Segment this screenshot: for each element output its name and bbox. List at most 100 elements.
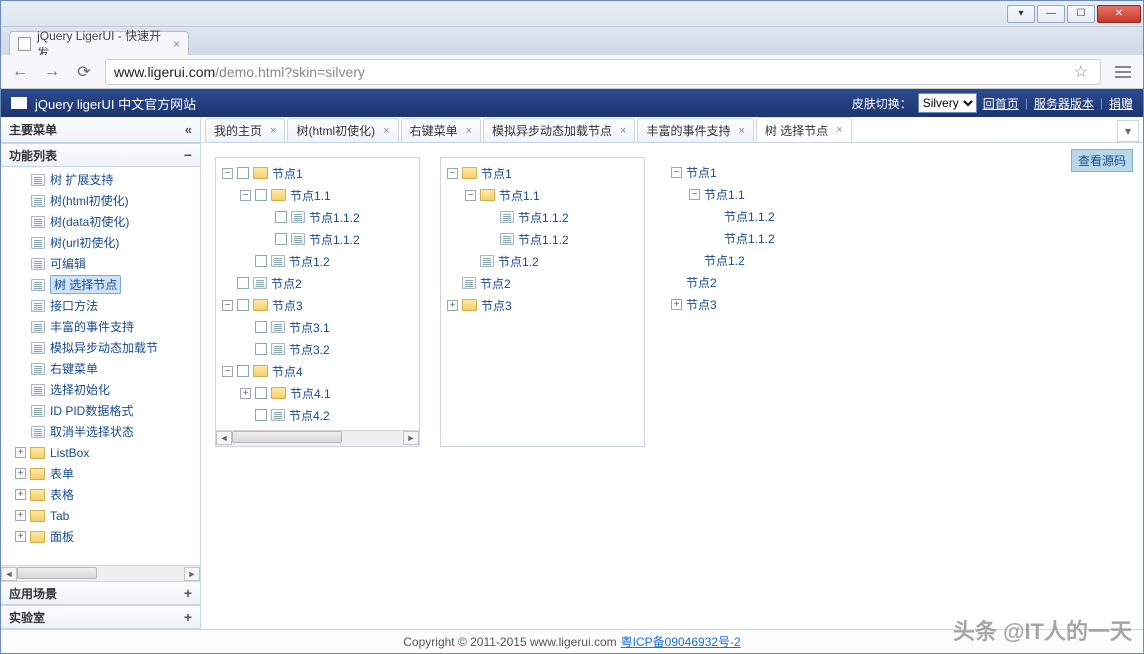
tab-close-icon[interactable]: × bbox=[270, 125, 276, 137]
tree-node[interactable]: −节点1.1 bbox=[216, 184, 419, 206]
checkbox[interactable] bbox=[255, 387, 267, 399]
tree-node[interactable]: −节点1 bbox=[665, 161, 865, 183]
tree-node[interactable]: −节点1.1 bbox=[665, 183, 865, 205]
accordion-lab[interactable]: 实验室 + bbox=[1, 605, 200, 629]
checkbox[interactable] bbox=[275, 233, 287, 245]
expand-icon[interactable]: − bbox=[689, 189, 700, 200]
sidebar-item[interactable]: ID PID数据格式 bbox=[1, 400, 200, 421]
tree-node[interactable]: 节点2 bbox=[441, 272, 644, 294]
tree-node[interactable]: −节点1 bbox=[216, 162, 419, 184]
hamburger-icon[interactable] bbox=[1111, 60, 1135, 84]
tree-node[interactable]: 节点1.1.2 bbox=[665, 227, 865, 249]
sidebar-item[interactable]: 丰富的事件支持 bbox=[1, 316, 200, 337]
collapse-icon[interactable]: « bbox=[185, 122, 192, 137]
checkbox[interactable] bbox=[275, 211, 287, 223]
maximize-button[interactable]: ☐ bbox=[1067, 5, 1095, 23]
sidebar-item[interactable]: 选择初始化 bbox=[1, 379, 200, 400]
tree-node[interactable]: 节点1.1.2 bbox=[665, 205, 865, 227]
scroll-thumb[interactable] bbox=[17, 567, 97, 579]
scroll-left-icon[interactable]: ◄ bbox=[216, 431, 232, 445]
tree-node[interactable]: −节点3 bbox=[216, 294, 419, 316]
expand-icon[interactable]: − bbox=[671, 167, 682, 178]
tab-close-icon[interactable]: × bbox=[173, 37, 180, 51]
content-tab[interactable]: 模拟异步动态加载节点× bbox=[483, 118, 635, 142]
tree-node[interactable]: −节点1 bbox=[441, 162, 644, 184]
icp-link[interactable]: 粤ICP备09046932号-2 bbox=[621, 633, 741, 650]
expand-icon[interactable]: − bbox=[222, 168, 233, 179]
accordion-func[interactable]: 功能列表 − bbox=[1, 143, 200, 167]
forward-button[interactable]: → bbox=[41, 61, 63, 83]
scroll-right-icon[interactable]: ► bbox=[403, 431, 419, 445]
tab-close-icon[interactable]: × bbox=[836, 124, 842, 136]
checkbox[interactable] bbox=[237, 365, 249, 377]
sidebar-item[interactable]: 树(html初使化) bbox=[1, 190, 200, 211]
sidebar-item[interactable]: 右键菜单 bbox=[1, 358, 200, 379]
tree-node[interactable]: +节点3 bbox=[665, 293, 865, 315]
expand-icon[interactable]: + bbox=[15, 489, 26, 500]
bookmark-icon[interactable]: ☆ bbox=[1070, 62, 1092, 82]
sidebar-item[interactable]: +Tab bbox=[1, 505, 200, 526]
scroll-thumb[interactable] bbox=[232, 431, 342, 443]
sidebar-scrollbar[interactable]: ◄ ► bbox=[1, 565, 200, 581]
tree-node[interactable]: −节点4 bbox=[216, 360, 419, 382]
tree-node[interactable]: 节点4.2 bbox=[216, 404, 419, 426]
window-dropdown[interactable]: ▾ bbox=[1007, 5, 1035, 23]
tree-node[interactable]: 节点1.1.2 bbox=[441, 228, 644, 250]
tree-node[interactable]: 节点1.1.2 bbox=[441, 206, 644, 228]
tree-node[interactable]: 节点2 bbox=[665, 271, 865, 293]
expand-icon[interactable]: − bbox=[222, 300, 233, 311]
tree-node[interactable]: +节点3 bbox=[441, 294, 644, 316]
view-source-button[interactable]: 查看源码 bbox=[1071, 149, 1133, 172]
checkbox[interactable] bbox=[237, 299, 249, 311]
tab-close-icon[interactable]: × bbox=[466, 125, 472, 137]
close-button[interactable]: ✕ bbox=[1097, 5, 1141, 23]
content-tab[interactable]: 我的主页× bbox=[205, 118, 285, 142]
tree-node[interactable]: +节点4.1 bbox=[216, 382, 419, 404]
sidebar-item[interactable]: +面板 bbox=[1, 526, 200, 547]
expand-icon[interactable]: + bbox=[240, 388, 251, 399]
expand-icon[interactable]: − bbox=[222, 366, 233, 377]
back-button[interactable]: ← bbox=[9, 61, 31, 83]
content-tab[interactable]: 树 选择节点× bbox=[756, 117, 852, 142]
scroll-left-icon[interactable]: ◄ bbox=[1, 567, 17, 581]
sidebar-item[interactable]: +表格 bbox=[1, 484, 200, 505]
sidebar-item[interactable]: 模拟异步动态加载节 bbox=[1, 337, 200, 358]
expand-icon[interactable]: + bbox=[671, 299, 682, 310]
url-input[interactable]: www.ligerui.com/demo.html?skin=silvery ☆ bbox=[105, 59, 1101, 85]
expand-icon[interactable]: − bbox=[447, 168, 458, 179]
content-tab[interactable]: 丰富的事件支持× bbox=[637, 118, 753, 142]
expand-icon[interactable]: + bbox=[15, 468, 26, 479]
expand-icon[interactable]: − bbox=[240, 190, 251, 201]
checkbox[interactable] bbox=[255, 409, 267, 421]
checkbox[interactable] bbox=[255, 255, 267, 267]
content-tab[interactable]: 树(html初使化)× bbox=[287, 118, 398, 142]
tree-node[interactable]: −节点1.1 bbox=[441, 184, 644, 206]
browser-tab[interactable]: jQuery LigerUI - 快速开发 × bbox=[9, 31, 189, 55]
tab-close-icon[interactable]: × bbox=[383, 125, 389, 137]
checkbox[interactable] bbox=[237, 167, 249, 179]
accordion-scene[interactable]: 应用场景 + bbox=[1, 581, 200, 605]
sidebar-item[interactable]: 树(url初使化) bbox=[1, 232, 200, 253]
expand-icon[interactable]: + bbox=[15, 531, 26, 542]
checkbox[interactable] bbox=[255, 321, 267, 333]
tab-close-icon[interactable]: × bbox=[620, 125, 626, 137]
checkbox[interactable] bbox=[237, 277, 249, 289]
minimize-button[interactable]: — bbox=[1037, 5, 1065, 23]
expand-icon[interactable]: + bbox=[15, 447, 26, 458]
link-server[interactable]: 服务器版本 bbox=[1034, 95, 1094, 112]
sidebar-item[interactable]: 可编辑 bbox=[1, 253, 200, 274]
tab-close-icon[interactable]: × bbox=[738, 125, 744, 137]
link-home[interactable]: 回首页 bbox=[983, 95, 1019, 112]
expand-icon[interactable]: + bbox=[15, 510, 26, 521]
expand-icon[interactable]: − bbox=[465, 190, 476, 201]
tree-node[interactable]: 节点3.2 bbox=[216, 338, 419, 360]
tree-node[interactable]: 节点2 bbox=[216, 272, 419, 294]
tree-node[interactable]: 节点1.2 bbox=[441, 250, 644, 272]
tree-node[interactable]: 节点1.1.2 bbox=[216, 228, 419, 250]
expand-icon[interactable]: + bbox=[447, 300, 458, 311]
tree-scrollbar[interactable]: ◄ ► bbox=[216, 430, 419, 446]
checkbox[interactable] bbox=[255, 343, 267, 355]
sidebar-item[interactable]: +ListBox bbox=[1, 442, 200, 463]
sidebar-item[interactable]: 树(data初使化) bbox=[1, 211, 200, 232]
sidebar-item[interactable]: 接口方法 bbox=[1, 295, 200, 316]
